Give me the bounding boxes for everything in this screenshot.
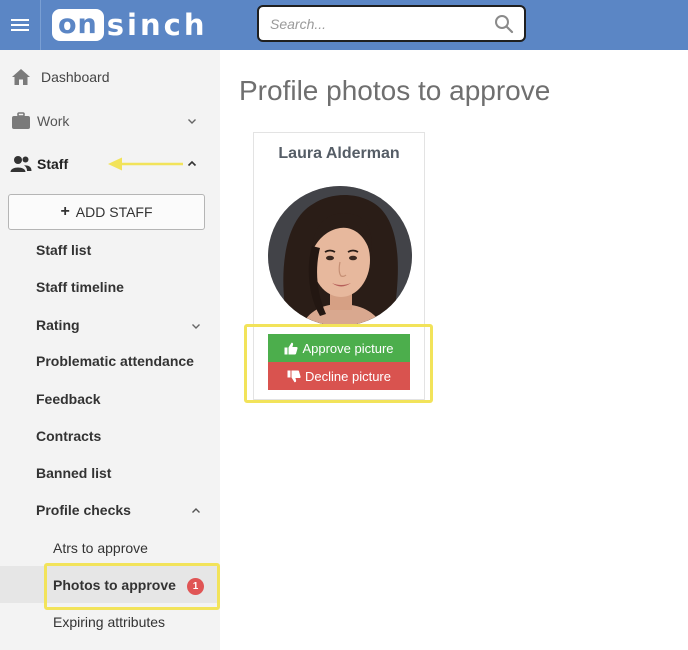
sidebar-item-staff-timeline[interactable]: Staff timeline <box>36 279 124 295</box>
people-icon <box>10 153 32 175</box>
thumbs-down-icon <box>287 370 301 382</box>
search-placeholder: Search... <box>270 16 327 32</box>
briefcase-icon <box>10 110 32 132</box>
approve-label: Approve picture <box>302 340 394 356</box>
sidebar-item-label: Dashboard <box>41 69 110 85</box>
chevron-up-icon[interactable] <box>187 159 197 169</box>
thumbs-up-icon <box>284 342 299 354</box>
sidebar-item-feedback[interactable]: Feedback <box>36 391 101 407</box>
sidebar-item-banned-list[interactable]: Banned list <box>36 465 111 481</box>
annotation-arrow-icon <box>108 157 183 171</box>
sidebar-item-label: Work <box>37 113 70 129</box>
sidebar-item-dashboard[interactable]: Dashboard <box>0 59 220 95</box>
sidebar-item-contracts[interactable]: Contracts <box>36 428 101 444</box>
sidebar <box>0 50 220 650</box>
sidebar-item-rating[interactable]: Rating <box>36 317 80 333</box>
chevron-up-icon[interactable] <box>191 506 201 516</box>
avatar <box>268 186 412 326</box>
sidebar-item-atrs-to-approve[interactable]: Atrs to approve <box>53 540 148 556</box>
page-title: Profile photos to approve <box>239 75 551 106</box>
sidebar-item-staff-list[interactable]: Staff list <box>36 242 91 258</box>
add-staff-button[interactable]: + ADD STAFF <box>8 194 205 230</box>
top-bar: on sinch Search... <box>0 0 688 50</box>
add-staff-label: ADD STAFF <box>75 204 153 220</box>
divider <box>40 0 41 50</box>
chevron-down-icon[interactable] <box>191 321 201 331</box>
logo-sinch: sinch <box>106 8 208 42</box>
decline-picture-button[interactable]: Decline picture <box>268 362 410 390</box>
sidebar-item-label: Staff <box>37 156 69 172</box>
chevron-down-icon[interactable] <box>187 116 197 126</box>
search-input[interactable]: Search... <box>257 5 526 42</box>
staff-name: Laura Alderman <box>278 145 400 162</box>
sidebar-item-expiring-attributes[interactable]: Expiring attributes <box>53 614 165 630</box>
sidebar-item-profile-checks[interactable]: Profile checks <box>36 502 131 518</box>
app-logo[interactable]: on sinch <box>52 8 207 42</box>
menu-hamburger-icon[interactable] <box>0 0 40 50</box>
plus-icon: + <box>60 203 70 220</box>
sidebar-item-problematic-attendance[interactable]: Problematic attendance <box>36 353 194 369</box>
decline-label: Decline picture <box>305 368 391 384</box>
logo-on: on <box>52 9 104 41</box>
approve-picture-button[interactable]: Approve picture <box>268 334 410 362</box>
sidebar-item-work[interactable]: Work <box>0 103 220 139</box>
highlight-box <box>44 563 220 610</box>
home-icon <box>10 66 32 88</box>
search-icon[interactable] <box>494 14 514 34</box>
